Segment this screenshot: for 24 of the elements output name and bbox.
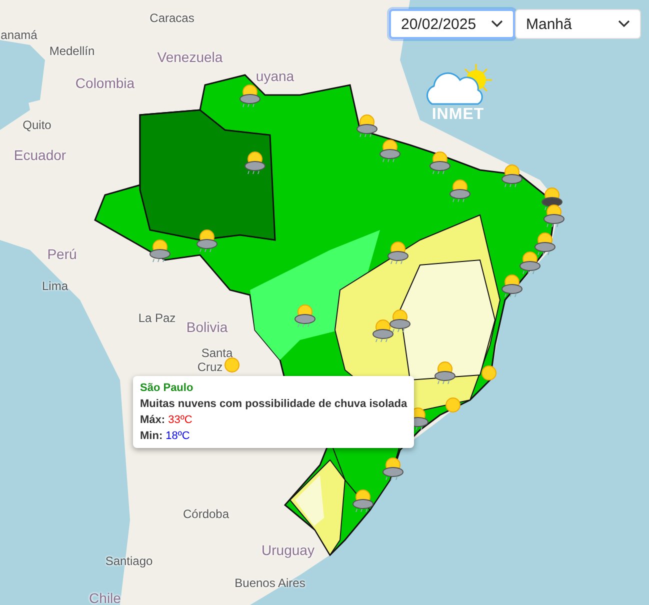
tooltip-min-temperature: Min: 18ºC <box>140 430 191 442</box>
map-place-label: Bolivia <box>186 318 228 336</box>
tooltip-max-temperature: Máx: 33ºC <box>140 414 194 426</box>
map-place-label: Buenos Aires <box>234 576 306 592</box>
map-place-label: uyana <box>256 66 294 86</box>
map-place-label: Perú <box>47 244 77 264</box>
map-place-label: Medellín <box>49 44 95 60</box>
map-place-label: La Paz <box>138 311 176 327</box>
map-place-label: Chile <box>89 588 121 605</box>
logo-text: INMET <box>432 106 484 124</box>
map-place-label: anamá <box>0 28 38 44</box>
map-place-label: Santiago <box>105 554 153 570</box>
map-place-label: Colombia <box>75 74 135 92</box>
map-place-label: Quito <box>22 118 52 134</box>
map-place-label: Caracas <box>150 11 194 27</box>
map-place-label: Lima <box>42 279 68 295</box>
map-place-label: Santa <box>201 346 233 362</box>
map-place-label: Ecuador <box>14 146 66 164</box>
map-place-label: Venezuela <box>157 48 223 66</box>
map-place-label: Uruguay <box>262 540 314 560</box>
map-place-label: Córdoba <box>182 507 230 523</box>
tooltip-description: Muitas nuvens com possibilidade de chuva isolada <box>140 398 408 410</box>
tooltip-city: São Paulo <box>140 382 194 394</box>
map-place-label: Cruz <box>197 360 223 376</box>
